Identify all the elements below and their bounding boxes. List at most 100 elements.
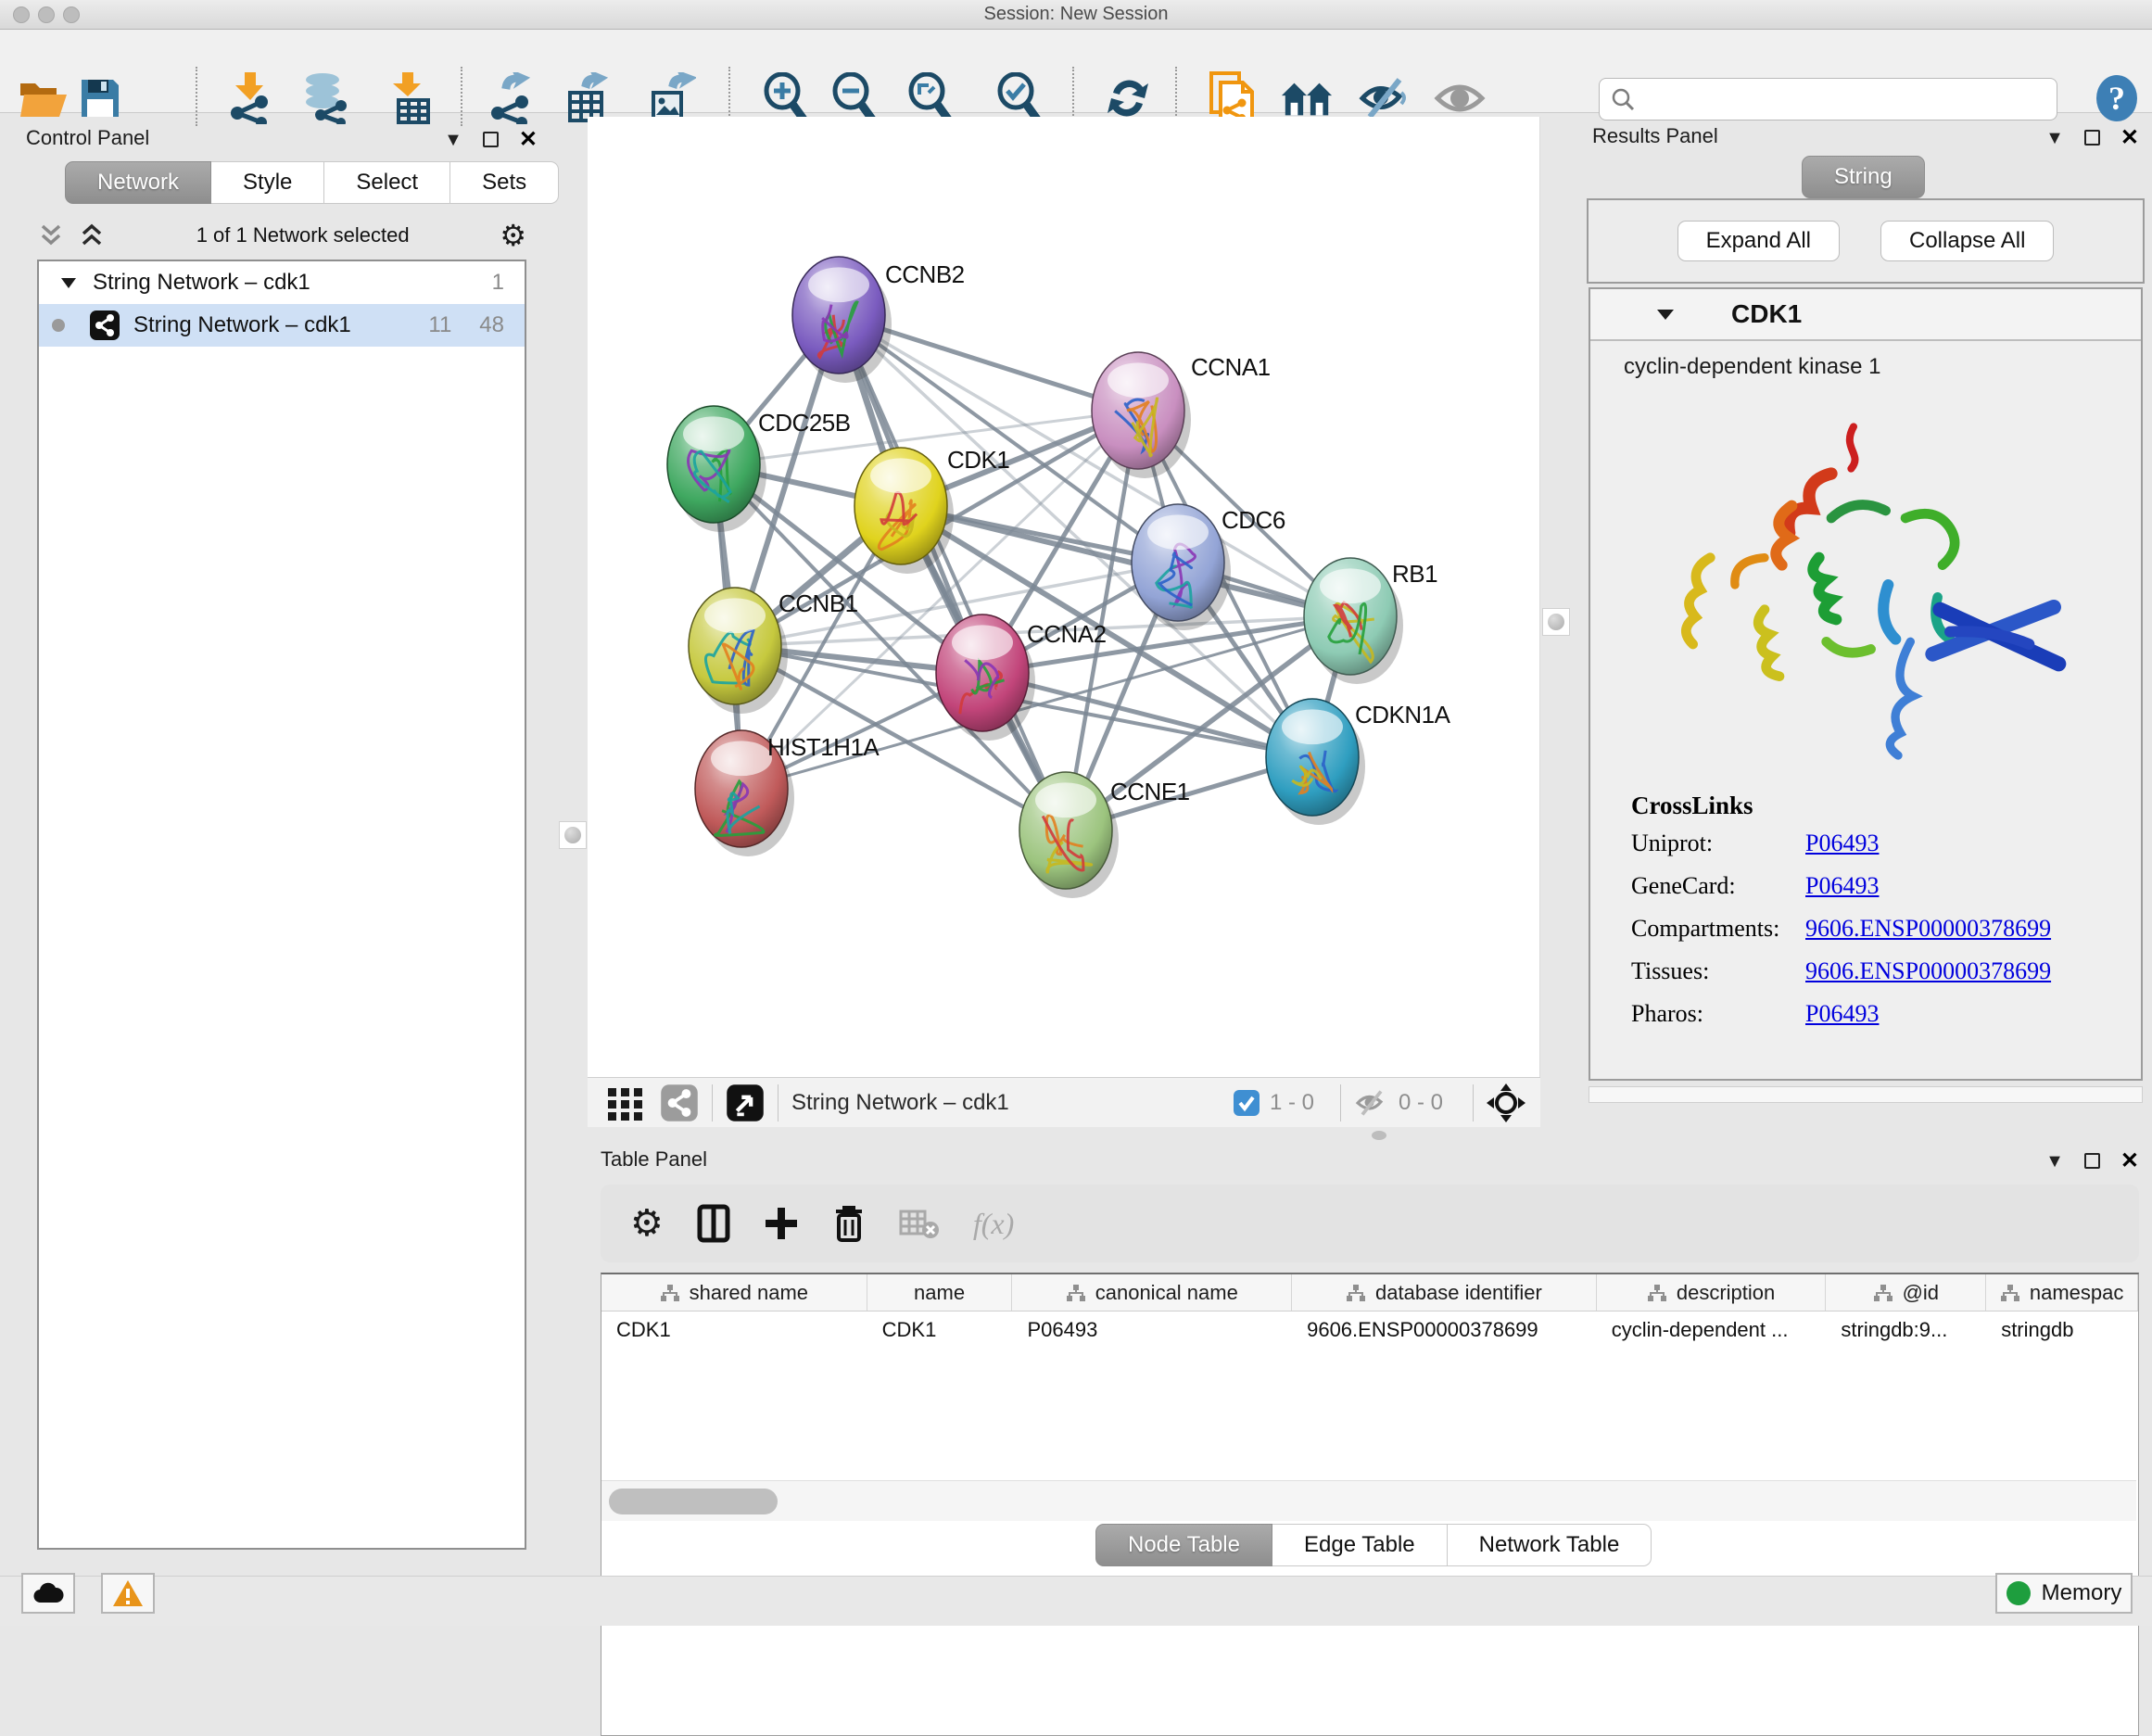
crosslink-value-link[interactable]: P06493 (1805, 1000, 1879, 1028)
open-session-icon[interactable] (17, 71, 70, 125)
column-header-database-identifier[interactable]: database identifier (1292, 1274, 1597, 1311)
fit-content-icon[interactable] (1487, 1083, 1525, 1122)
maximize-panel-icon[interactable] (2084, 130, 2100, 146)
network-node-CCNE1[interactable]: CCNE1 (1019, 772, 1190, 898)
tab-style[interactable]: Style (211, 161, 324, 204)
network-node-RB1[interactable]: RB1 (1304, 558, 1437, 684)
add-column-icon[interactable] (764, 1206, 799, 1241)
delete-column-icon[interactable] (832, 1204, 866, 1243)
show-columns-icon[interactable] (697, 1204, 730, 1243)
close-panel-icon[interactable]: ✕ (2120, 124, 2139, 151)
search-field[interactable] (1599, 78, 2057, 120)
column-header-@id[interactable]: @id (1826, 1274, 1986, 1311)
crosslink-value-link[interactable]: P06493 (1805, 872, 1879, 900)
tab-edge-table[interactable]: Edge Table (1272, 1524, 1448, 1566)
node-label-CDK1: CDK1 (947, 446, 1009, 474)
table-cell[interactable]: 9606.ENSP00000378699 (1292, 1312, 1597, 1349)
network-node-CCNA1[interactable]: CCNA1 (1092, 352, 1271, 478)
tab-network-table[interactable]: Network Table (1448, 1524, 1652, 1566)
panel-divider[interactable] (1540, 117, 1581, 1127)
float-panel-icon[interactable]: ▼ (2045, 1152, 2064, 1171)
table-cell[interactable]: stringdb:9... (1826, 1312, 1986, 1349)
tree-expander-icon[interactable] (59, 275, 78, 290)
network-node-CDC6[interactable]: CDC6 (1132, 504, 1285, 630)
warning-icon (112, 1579, 144, 1607)
window-titlebar: Session: New Session (0, 0, 2152, 30)
column-header-canonical-name[interactable]: canonical name (1012, 1274, 1292, 1311)
crosslink-label: Compartments: (1631, 915, 1805, 943)
birds-eye-view-icon[interactable] (726, 1083, 765, 1122)
panel-divider[interactable] (554, 117, 588, 1127)
memory-button[interactable]: Memory (1995, 1573, 2133, 1614)
network-canvas[interactable]: CCNB2CCNA1CDC25BCDK1CDC6RB1CCNB1CCNA2CDK… (588, 117, 1540, 1077)
network-selected-status: 1 of 1 Network selected (106, 223, 500, 247)
section-expander-icon[interactable] (1655, 307, 1676, 322)
save-session-icon[interactable] (73, 71, 127, 125)
table-cell[interactable]: cyclin-dependent ... (1597, 1312, 1827, 1349)
divider-handle[interactable] (559, 821, 587, 849)
column-header-description[interactable]: description (1597, 1274, 1827, 1311)
tab-node-table[interactable]: Node Table (1095, 1524, 1272, 1566)
column-header-name[interactable]: name (867, 1274, 1013, 1311)
table-cell[interactable]: CDK1 (867, 1312, 1013, 1349)
divider-handle[interactable] (1372, 1131, 1386, 1140)
results-scrollbar[interactable] (1589, 1086, 2143, 1103)
column-type-icon (1873, 1284, 1893, 1302)
tab-select[interactable]: Select (324, 161, 450, 204)
column-header-shared-name[interactable]: shared name (601, 1274, 867, 1311)
float-panel-icon[interactable]: ▼ (2045, 129, 2064, 147)
network-view-icon[interactable] (660, 1083, 699, 1122)
cloud-button[interactable] (21, 1573, 75, 1614)
crosslink-label: Pharos: (1631, 1000, 1805, 1028)
table-cell[interactable]: CDK1 (601, 1312, 867, 1349)
close-panel-icon[interactable]: ✕ (2120, 1147, 2139, 1174)
network-view-toolbar: String Network – cdk1 1 - 0 0 - 0 (588, 1077, 1540, 1127)
protein-structure-image (1646, 386, 2091, 784)
selected-checkbox-icon (1233, 1089, 1260, 1117)
collapse-all-icon[interactable] (37, 222, 65, 248)
maximize-panel-icon[interactable] (2084, 1153, 2100, 1169)
crosslink-value-link[interactable]: 9606.ENSP00000378699 (1805, 957, 2051, 985)
column-header-namespac[interactable]: namespac (1986, 1274, 2138, 1311)
import-network-file-icon[interactable] (223, 71, 277, 125)
table-cell[interactable]: stringdb (1986, 1312, 2138, 1349)
tab-string[interactable]: String (1802, 156, 1925, 198)
table-hscrollbar[interactable] (601, 1480, 2136, 1521)
export-network-icon[interactable] (484, 71, 538, 125)
column-header-label: @id (1903, 1281, 1939, 1305)
column-type-icon (1647, 1284, 1667, 1302)
expand-all-icon[interactable] (78, 222, 106, 248)
table-row[interactable]: CDK1CDK1P064939606.ENSP00000378699cyclin… (601, 1312, 2138, 1349)
divider-handle[interactable] (1542, 608, 1570, 636)
crosslink-row: Compartments:9606.ENSP00000378699 (1631, 915, 2141, 943)
crosslink-row: Uniprot:P06493 (1631, 830, 2141, 857)
network-node-CCNB2[interactable]: CCNB2 (792, 257, 965, 383)
close-panel-icon[interactable]: ✕ (519, 126, 538, 153)
float-panel-icon[interactable]: ▼ (444, 131, 462, 149)
search-input[interactable] (1635, 81, 2057, 118)
network-node-HIST1H1A[interactable]: HIST1H1A (695, 730, 880, 856)
maximize-panel-icon[interactable] (483, 132, 499, 147)
gear-icon[interactable]: ⚙ (500, 218, 526, 253)
expand-all-button[interactable]: Expand All (1677, 221, 1840, 261)
grid-view-icon[interactable] (606, 1084, 645, 1121)
tab-sets[interactable]: Sets (450, 161, 559, 204)
warning-button[interactable] (101, 1573, 155, 1614)
network-node-CDKN1A[interactable]: CDKN1A (1266, 699, 1451, 825)
import-table-file-icon[interactable] (381, 71, 435, 125)
control-panel-tabs: NetworkStyleSelectSets (65, 161, 559, 204)
results-panel: Results Panel ▼ ✕ String Expand All Coll… (1581, 117, 2152, 1127)
import-network-database-icon[interactable] (299, 71, 353, 125)
crosslink-value-link[interactable]: 9606.ENSP00000378699 (1805, 915, 2051, 943)
crosslink-value-link[interactable]: P06493 (1805, 830, 1879, 857)
table-settings-gear-icon[interactable]: ⚙ (630, 1202, 664, 1245)
table-cell[interactable]: P06493 (1012, 1312, 1292, 1349)
collapse-all-button[interactable]: Collapse All (1880, 221, 2054, 261)
table-hscrollbar-thumb[interactable] (609, 1489, 778, 1514)
network-node-CCNB1[interactable]: CCNB1 (689, 588, 858, 714)
network-collection-row[interactable]: String Network – cdk1 1 (39, 261, 525, 304)
network-row[interactable]: String Network – cdk1 11 48 (39, 304, 525, 347)
protein-card-header[interactable]: CDK1 (1590, 289, 2141, 341)
network-edge-count: 48 (479, 312, 504, 338)
tab-network[interactable]: Network (65, 161, 211, 204)
